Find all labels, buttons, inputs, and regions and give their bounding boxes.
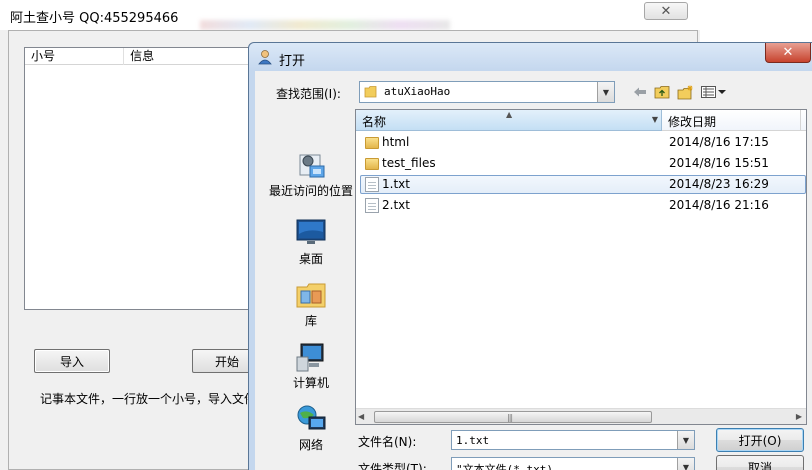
column-header-date[interactable]: 修改日期 bbox=[663, 113, 716, 130]
column-header-info[interactable]: 信息 bbox=[124, 48, 253, 65]
filetype-value: "文本文件(*.txt) bbox=[456, 463, 553, 470]
chevron-down-icon[interactable]: ▼ bbox=[677, 458, 694, 470]
background-close-button[interactable]: ✕ bbox=[644, 2, 688, 20]
sort-ascending-icon: ▲ bbox=[506, 110, 513, 119]
place-computer[interactable]: 计算机 bbox=[265, 341, 357, 391]
place-recent[interactable]: 最近访问的位置 bbox=[265, 149, 357, 199]
file-row-1-txt[interactable]: 1.txt 2014/8/23 16:29 bbox=[356, 174, 806, 195]
scroll-left-icon[interactable]: ◀ bbox=[358, 412, 364, 421]
file-date: 2014/8/16 21:16 bbox=[669, 198, 769, 212]
column-header-name[interactable]: 名称 ▲ ▼ bbox=[356, 110, 662, 131]
background-account-list[interactable]: 小号 信息 bbox=[24, 47, 254, 310]
column-divider[interactable] bbox=[800, 110, 801, 131]
folder-icon bbox=[365, 137, 379, 149]
column-header-account[interactable]: 小号 bbox=[25, 48, 125, 65]
import-button[interactable]: 导入 bbox=[34, 349, 110, 373]
file-row-2-txt[interactable]: 2.txt 2014/8/16 21:16 bbox=[356, 195, 806, 216]
new-folder-icon[interactable] bbox=[675, 83, 695, 101]
file-name: 1.txt bbox=[382, 177, 410, 191]
place-label-computer: 计算机 bbox=[292, 376, 329, 390]
place-desktop[interactable]: 桌面 bbox=[265, 217, 357, 267]
text-file-icon bbox=[365, 198, 379, 213]
dialog-title: 打开 bbox=[279, 54, 306, 69]
filename-input[interactable]: 1.txt ▼ bbox=[451, 430, 695, 450]
place-libraries[interactable]: 库 bbox=[265, 279, 357, 329]
background-window-title: 阿土查小号 QQ:455295466 bbox=[10, 11, 179, 26]
file-date: 2014/8/16 17:15 bbox=[669, 135, 769, 149]
background-title-bar: 阿土查小号 QQ:455295466 ✕ bbox=[0, 0, 700, 30]
libraries-icon bbox=[295, 279, 327, 311]
folder-icon bbox=[364, 86, 377, 98]
dialog-title-bar[interactable]: 打开 ✕ bbox=[249, 43, 812, 71]
scroll-right-icon[interactable]: ▶ bbox=[796, 412, 802, 421]
dialog-close-button[interactable]: ✕ bbox=[765, 43, 811, 63]
file-list-header: 名称 ▲ ▼ 修改日期 bbox=[356, 110, 806, 131]
view-menu-icon[interactable] bbox=[699, 83, 729, 101]
file-list[interactable]: 名称 ▲ ▼ 修改日期 html 2014/8/16 17:15 test_fi… bbox=[355, 109, 807, 425]
scrollbar-thumb[interactable]: ||| bbox=[374, 411, 652, 423]
chevron-down-icon[interactable]: ▼ bbox=[652, 115, 658, 124]
folder-icon bbox=[365, 158, 379, 170]
column-header-name-label: 名称 bbox=[362, 115, 387, 129]
back-arrow-icon[interactable] bbox=[631, 83, 649, 101]
recent-places-icon bbox=[295, 149, 327, 181]
import-hint-text: 记事本文件，一行放一个小号，导入文件 bbox=[40, 392, 250, 406]
file-date: 2014/8/16 15:51 bbox=[669, 156, 769, 170]
desktop-icon bbox=[295, 217, 327, 249]
open-button[interactable]: 打开(O) bbox=[716, 428, 804, 452]
grip-icon: ||| bbox=[507, 413, 513, 422]
network-icon bbox=[295, 403, 327, 435]
place-label-recent: 最近访问的位置 bbox=[268, 184, 353, 198]
place-label-desktop: 桌面 bbox=[298, 252, 323, 266]
place-label-libraries: 库 bbox=[304, 314, 317, 328]
file-name: 2.txt bbox=[382, 198, 410, 212]
blurred-toolbar-strip bbox=[200, 20, 450, 30]
chevron-down-icon[interactable]: ▼ bbox=[597, 82, 614, 102]
file-date: 2014/8/23 16:29 bbox=[669, 177, 769, 191]
place-label-network: 网络 bbox=[298, 438, 323, 452]
place-network[interactable]: 网络 bbox=[265, 403, 357, 453]
background-list-header: 小号 信息 bbox=[25, 48, 253, 65]
file-row-test-files[interactable]: test_files 2014/8/16 15:51 bbox=[356, 153, 806, 174]
open-file-dialog: 打开 ✕ 查找范围(I): atuXiaoHao ▼ 最近访问的位置 桌面 库 … bbox=[248, 42, 812, 470]
file-name: html bbox=[382, 135, 410, 149]
up-folder-icon[interactable] bbox=[652, 83, 672, 101]
cancel-button[interactable]: 取消 bbox=[716, 455, 804, 470]
dialog-body: 查找范围(I): atuXiaoHao ▼ 最近访问的位置 桌面 库 计算机 网… bbox=[255, 71, 812, 470]
filename-value: 1.txt bbox=[456, 434, 490, 447]
filetype-dropdown[interactable]: "文本文件(*.txt) ▼ bbox=[451, 457, 695, 470]
look-in-label: 查找范围(I): bbox=[276, 87, 341, 101]
chevron-down-icon[interactable]: ▼ bbox=[677, 431, 694, 449]
filetype-label: 文件类型(T): bbox=[358, 462, 427, 470]
look-in-value: atuXiaoHao bbox=[384, 85, 451, 98]
file-name: test_files bbox=[382, 156, 436, 170]
file-row-html[interactable]: html 2014/8/16 17:15 bbox=[356, 132, 806, 153]
horizontal-scrollbar[interactable]: ◀ ||| ▶ bbox=[356, 408, 806, 424]
computer-icon bbox=[295, 341, 327, 373]
look-in-dropdown[interactable]: atuXiaoHao ▼ bbox=[359, 81, 615, 103]
user-icon bbox=[258, 50, 272, 65]
filename-label: 文件名(N): bbox=[358, 435, 417, 449]
text-file-icon bbox=[365, 177, 379, 192]
